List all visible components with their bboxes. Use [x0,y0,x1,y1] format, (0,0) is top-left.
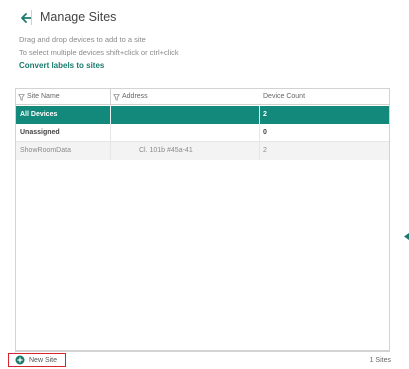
table-row-unassigned[interactable]: Unassigned 0 [16,124,389,142]
column-header-site-name[interactable]: Site Name [18,89,109,105]
column-header-address[interactable]: Address [110,89,260,105]
column-label-device-count: Device Count [263,93,306,100]
site-count-label: 1 Sites [369,357,391,364]
new-site-button[interactable]: New Site [8,353,66,367]
table-row-showroomdata[interactable]: ShowRoomData Cl. 101b #45a-41 2 [16,142,389,160]
column-label-site-name: Site Name [27,93,60,100]
column-label-address: Address [122,93,148,100]
cell-device-count: 2 [263,147,267,154]
cell-device-count: 2 [263,111,267,118]
cell-address [110,124,260,142]
new-site-label: New Site [29,356,58,364]
cell-address [110,106,260,124]
instruction-multi-select: To select multiple devices shift+click o… [19,48,179,57]
page-title: Manage Sites [40,10,117,24]
header-divider [31,10,32,25]
footer-divider [15,351,390,352]
cell-site-name: All Devices [20,111,58,118]
table-row-all-devices[interactable]: All Devices 2 [16,106,389,124]
filter-icon[interactable] [113,93,120,101]
cell-site-name: Unassigned [20,129,60,136]
table-header: Site Name Address Device Count [16,89,389,105]
plus-circle-icon [15,355,25,365]
chevron-left-icon[interactable] [404,233,409,240]
column-header-device-count[interactable]: Device Count [261,89,389,105]
cell-device-count: 0 [263,129,267,136]
convert-labels-link[interactable]: Convert labels to sites [19,61,104,70]
filter-icon[interactable] [18,93,25,101]
cell-site-name: ShowRoomData [20,147,71,154]
cell-address: Cl. 101b #45a-41 [110,142,260,160]
sites-table: Site Name Address Device Count All Devic… [15,88,390,351]
instruction-drag-drop: Drag and drop devices to add to a site [19,35,146,44]
